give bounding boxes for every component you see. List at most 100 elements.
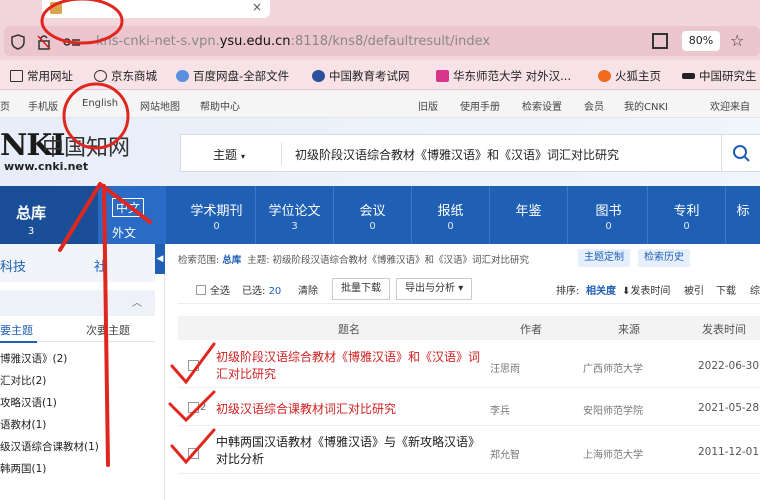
topic-filter-item[interactable]: 语教材(1) xyxy=(0,414,155,436)
bookmark-item[interactable]: 常用网址 xyxy=(10,68,73,84)
subtab-secondary-topic[interactable]: 次要主题 xyxy=(86,322,130,338)
category-book[interactable]: 图书 0 xyxy=(570,186,648,244)
title-highlight: 初级阶段汉语综合教材《博雅汉语》和《汉语》词 xyxy=(216,350,481,364)
sort-cited[interactable]: 被引 xyxy=(684,282,704,297)
select-all-checkbox[interactable]: 全选 xyxy=(196,282,230,297)
selected-number: 20 xyxy=(268,286,282,297)
nav-member[interactable]: 会员 xyxy=(584,98,604,113)
sidebar-tabs: 科技 社 xyxy=(0,244,155,282)
bookmark-label: 常用网址 xyxy=(27,69,73,83)
nav-sitemap[interactable]: 网站地图 xyxy=(140,98,180,113)
video-play-icon xyxy=(436,70,449,82)
result-source[interactable]: 上海师范大学 xyxy=(583,446,643,461)
nav-old-version[interactable]: 旧版 xyxy=(418,98,438,113)
results-table-header: 题名 作者 来源 发表时间 xyxy=(178,316,760,340)
category-journal[interactable]: 学术期刊 0 xyxy=(178,186,256,244)
globe-icon xyxy=(94,70,107,82)
sidebar-tab-science[interactable]: 科技 xyxy=(0,256,26,275)
tab-close-icon[interactable]: × xyxy=(252,0,262,14)
topic-filter-item[interactable]: 汇对比(2) xyxy=(0,370,155,392)
category-label: 专利 xyxy=(673,204,700,219)
category-label: 学位论文 xyxy=(268,204,321,219)
col-date: 发表时间 xyxy=(702,323,746,336)
bookmark-star-icon[interactable]: ☆ xyxy=(730,31,744,50)
url-field[interactable]: kns-cnki-net-s.vpn.ysu.edu.cn:8118/kns8/… xyxy=(4,26,760,56)
sort-relevance[interactable]: 相关度 xyxy=(586,282,616,297)
url-host: ysu.edu.cn xyxy=(219,34,291,49)
permissions-icon[interactable] xyxy=(62,34,82,50)
qr-code-icon[interactable] xyxy=(652,33,668,49)
search-field-select[interactable]: 主题 ▾ xyxy=(213,146,245,163)
search-history-button[interactable]: 检索历史 xyxy=(638,249,690,267)
bookmark-item[interactable]: 华东师范大学 对外汉... xyxy=(436,68,571,84)
row-checkbox[interactable] xyxy=(188,402,199,413)
export-analysis-button[interactable]: 导出与分析 ▾ xyxy=(396,278,473,300)
chevron-up-icon[interactable]: ︿ xyxy=(132,294,142,309)
category-thesis[interactable]: 学位论文 3 xyxy=(256,186,334,244)
row-checkbox[interactable] xyxy=(188,448,199,459)
category-yearbook[interactable]: 年鉴 xyxy=(490,186,568,244)
nav-manual[interactable]: 使用手册 xyxy=(460,98,500,113)
sort-composite[interactable]: 综 xyxy=(750,282,760,297)
category-count: 0 xyxy=(447,221,454,232)
topic-filter-item[interactable]: 攻略汉语(1) xyxy=(0,392,155,414)
folder-icon xyxy=(10,70,23,82)
sort-date[interactable]: ⬇发表时间 xyxy=(622,282,670,297)
sort-downloads[interactable]: 下载 xyxy=(716,282,736,297)
search-input[interactable]: 初级阶段汉语综合教材《博雅汉语》和《汉语》词汇对比研究 xyxy=(295,146,619,163)
nav-home[interactable]: 页 xyxy=(0,98,10,113)
table-row: 2 初级汉语综合课教材词汇对比研究 李兵 安阳师范学院 2021-05-28 xyxy=(178,390,760,426)
result-title-link[interactable]: 中韩两国汉语教材《博雅汉语》与《新攻略汉语》 对比分析 xyxy=(216,434,496,468)
category-patent[interactable]: 专利 0 xyxy=(648,186,726,244)
result-title-link[interactable]: 初级汉语综合课教材词汇对比研究 xyxy=(216,401,496,418)
result-source[interactable]: 安阳师范学院 xyxy=(583,402,643,417)
url-path: :8118/kns8/defaultresult/index xyxy=(290,34,491,49)
sidebar-collapse-icon[interactable]: ◀ xyxy=(155,244,165,274)
nav-help[interactable]: 帮助中心 xyxy=(200,98,240,113)
topic-filter-item[interactable]: 博雅汉语》(2) xyxy=(0,348,155,370)
result-author[interactable]: 郑允智 xyxy=(490,446,520,461)
bookmark-item[interactable]: 京东商城 xyxy=(94,68,157,84)
category-standard[interactable]: 标 xyxy=(726,186,760,244)
batch-download-button[interactable]: 批量下载 xyxy=(332,278,390,300)
result-author[interactable]: 李兵 xyxy=(490,402,510,417)
url-text[interactable]: kns-cnki-net-s.vpn.ysu.edu.cn:8118/kns8/… xyxy=(96,34,490,49)
lock-insecure-icon[interactable] xyxy=(36,34,52,50)
category-label: 报纸 xyxy=(437,204,464,219)
sidebar-tab-social[interactable]: 社 xyxy=(94,256,107,275)
bookmark-item[interactable]: 中国研究生 xyxy=(682,68,757,84)
topic-filter-item[interactable]: 韩两国(1) xyxy=(0,458,155,480)
results-panel: 检索范围: 总库 主题: 初级阶段汉语综合教材《博雅汉语》和《汉语》词汇对比研究… xyxy=(168,244,760,500)
nav-english[interactable]: English xyxy=(82,98,118,109)
result-title-link[interactable]: 初级阶段汉语综合教材《博雅汉语》和《汉语》词 汇对比研究 xyxy=(216,349,496,383)
result-source[interactable]: 广西师范大学 xyxy=(583,360,643,375)
select-all-label: 全选 xyxy=(210,286,230,297)
category-all[interactable]: 总库 3 xyxy=(0,186,98,244)
bookmark-item[interactable]: 火狐主页 xyxy=(598,68,661,84)
category-conference[interactable]: 会议 0 xyxy=(334,186,412,244)
nav-search-settings[interactable]: 检索设置 xyxy=(522,98,562,113)
search-divider xyxy=(281,143,282,165)
nav-mobile[interactable]: 手机版 xyxy=(28,98,58,113)
database-category-bar: 总库 3 中文 外文 学术期刊 0 学位论文 3 会议 0 报纸 0 年鉴 图书 0 专利… xyxy=(0,186,760,244)
sidebar-section-header[interactable]: ︿ xyxy=(0,290,155,316)
shield-icon[interactable] xyxy=(10,34,26,50)
lang-chinese-button[interactable]: 中文 xyxy=(112,198,145,217)
topic-filter-item[interactable]: 级汉语综合课教材(1) xyxy=(0,436,155,458)
topic-subscribe-button[interactable]: 主题定制 xyxy=(578,249,630,267)
nav-my-cnki[interactable]: 我的CNKI xyxy=(624,98,668,113)
clear-selection-button[interactable]: 清除 xyxy=(298,282,318,297)
row-checkbox[interactable] xyxy=(188,360,199,371)
result-author[interactable]: 汪思雨 xyxy=(490,360,520,375)
browser-tab[interactable]: × xyxy=(42,0,270,18)
bookmark-item[interactable]: 百度网盘-全部文件 xyxy=(176,68,289,84)
search-icon xyxy=(733,145,750,162)
zoom-level[interactable]: 80% xyxy=(682,31,720,51)
firefox-icon xyxy=(598,70,611,82)
category-newspaper[interactable]: 报纸 0 xyxy=(412,186,490,244)
bookmark-label: 京东商城 xyxy=(111,69,157,83)
subtab-main-topic[interactable]: 要主题 xyxy=(0,322,37,343)
lang-foreign-button[interactable]: 外文 xyxy=(112,224,136,241)
search-button[interactable] xyxy=(721,135,760,171)
bookmark-item[interactable]: 中国教育考试网 xyxy=(312,68,410,84)
